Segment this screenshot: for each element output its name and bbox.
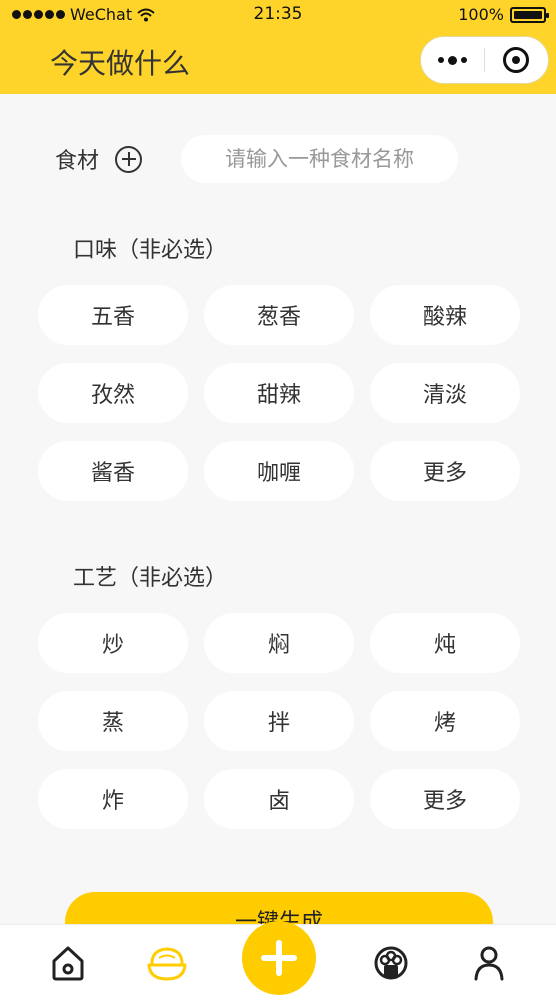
chef-hat-icon <box>374 946 408 980</box>
tab-home[interactable] <box>46 941 90 985</box>
home-icon <box>52 946 84 981</box>
flavor-chip[interactable]: 孜然 <box>38 363 188 423</box>
flavor-title: 口味（非必选） <box>73 238 228 263</box>
flavor-options: 五香 葱香 酸辣 孜然 甜辣 清淡 酱香 咖喱 更多 <box>38 285 520 501</box>
page-title: 今天做什么 <box>50 47 191 80</box>
user-icon <box>474 946 504 981</box>
battery-icon <box>510 6 549 23</box>
target-icon <box>503 47 530 73</box>
ingredient-row: 食材 <box>55 134 475 184</box>
tab-meals[interactable] <box>145 941 189 985</box>
flavor-chip[interactable]: 甜辣 <box>204 363 354 423</box>
bowl-icon <box>147 947 187 981</box>
technique-chip[interactable]: 烤 <box>370 691 520 751</box>
technique-title: 工艺（非必选） <box>73 566 228 591</box>
add-ingredient-icon[interactable] <box>115 145 143 173</box>
technique-chip[interactable]: 炸 <box>38 769 188 829</box>
tab-profile[interactable] <box>467 941 511 985</box>
ingredient-input[interactable] <box>181 135 458 183</box>
technique-chip[interactable]: 拌 <box>204 691 354 751</box>
technique-chip[interactable]: 炒 <box>38 613 188 673</box>
flavor-chip[interactable]: 清淡 <box>370 363 520 423</box>
add-recipe-button[interactable] <box>242 921 316 995</box>
flavor-chip[interactable]: 咖喱 <box>204 441 354 501</box>
ingredient-label: 食材 <box>55 149 100 174</box>
close-button[interactable] <box>485 47 548 73</box>
flavor-chip[interactable]: 葱香 <box>204 285 354 345</box>
flavor-more-chip[interactable]: 更多 <box>370 441 520 501</box>
more-button[interactable] <box>421 55 484 65</box>
technique-chip[interactable]: 炖 <box>370 613 520 673</box>
miniprogram-capsule <box>420 36 549 84</box>
tab-bar <box>0 921 556 1000</box>
technique-chip[interactable]: 蒸 <box>38 691 188 751</box>
flavor-chip[interactable]: 酱香 <box>38 441 188 501</box>
nav-bar: 今天做什么 <box>0 30 556 94</box>
technique-chip[interactable]: 卤 <box>204 769 354 829</box>
flavor-chip[interactable]: 酸辣 <box>370 285 520 345</box>
technique-more-chip[interactable]: 更多 <box>370 769 520 829</box>
technique-options: 炒 焖 炖 蒸 拌 烤 炸 卤 更多 <box>38 613 520 829</box>
technique-chip[interactable]: 焖 <box>204 613 354 673</box>
battery-percent: 100% <box>458 5 504 24</box>
battery-info: 100% <box>458 5 549 24</box>
plus-icon <box>261 940 297 976</box>
status-bar: WeChat 21:35 100% <box>0 0 556 30</box>
flavor-chip[interactable]: 五香 <box>38 285 188 345</box>
tab-chef[interactable] <box>369 941 413 985</box>
